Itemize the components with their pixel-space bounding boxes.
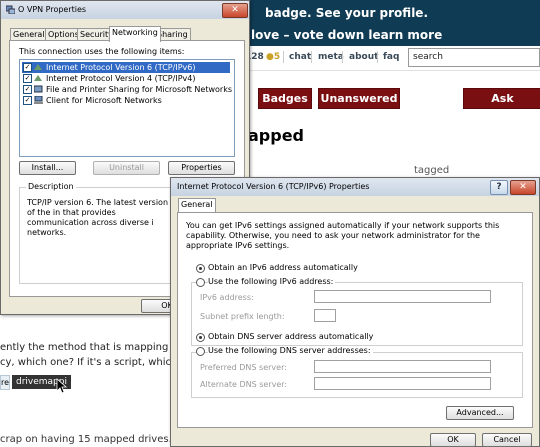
- subnet-prefix-field[interactable]: [314, 309, 336, 322]
- nav-about[interactable]: about: [349, 52, 378, 62]
- badges-button[interactable]: Badges: [258, 88, 312, 109]
- ipv6-address-label: IPv6 address:: [200, 293, 254, 302]
- subnet-prefix-label: Subnet prefix length:: [200, 312, 285, 321]
- notification-bar: badge. See your profile. love – vote dow…: [245, 0, 540, 46]
- description-header: Description: [26, 182, 76, 191]
- ok-button[interactable]: OK: [430, 433, 476, 447]
- file-sharing-icon: [34, 85, 43, 93]
- badge-count: ●5: [266, 52, 281, 62]
- window-title: O VPN Properties: [18, 5, 87, 14]
- tab-networking[interactable]: Networking: [109, 26, 161, 42]
- checkbox[interactable]: ✓: [23, 85, 32, 94]
- network-connection-icon: [6, 5, 15, 14]
- tab-general[interactable]: General: [178, 198, 216, 212]
- search-input[interactable]: search: [408, 48, 540, 67]
- close-button[interactable]: ✕: [222, 3, 248, 18]
- use-following-ipv6-radio[interactable]: [196, 278, 205, 287]
- nav-meta[interactable]: meta: [318, 52, 344, 62]
- advanced-button[interactable]: Advanced...: [446, 406, 514, 420]
- ask-question-button[interactable]: Ask Question: [463, 88, 540, 124]
- cancel-button[interactable]: Cancel: [482, 433, 532, 447]
- obtain-dns-auto-label[interactable]: Obtain DNS server address automatically: [208, 332, 373, 341]
- nav-chat[interactable]: chat: [289, 52, 311, 62]
- items-label: This connection uses the following items…: [19, 47, 185, 56]
- ipv6-address-field[interactable]: [314, 290, 491, 303]
- description-text: TCP/IP version 6. The latest version of …: [27, 198, 169, 237]
- use-following-dns-label[interactable]: Use the following DNS server addresses:: [208, 346, 373, 355]
- client-icon: [34, 96, 43, 104]
- list-item[interactable]: ✓ Client for Microsoft Networks: [22, 95, 230, 106]
- alternate-dns-field[interactable]: [314, 377, 491, 390]
- mouse-cursor-icon: [56, 378, 68, 394]
- protocol-icon: [34, 64, 42, 70]
- unanswered-button[interactable]: Unanswered: [318, 88, 400, 109]
- item-label: File and Printer Sharing for Microsoft N…: [46, 85, 232, 94]
- preferred-dns-field[interactable]: [314, 360, 491, 373]
- notification-line-2[interactable]: love – vote down learn more: [251, 28, 442, 42]
- list-item[interactable]: ✓ Internet Protocol Version 6 (TCP/IPv6): [22, 62, 230, 73]
- title-bar: Internet Protocol Version 6 (TCP/IPv6) P…: [171, 178, 539, 196]
- components-list[interactable]: ✓ Internet Protocol Version 6 (TCP/IPv6)…: [19, 59, 235, 157]
- general-panel: You can get IPv6 settings assigned autom…: [177, 212, 533, 428]
- checkbox[interactable]: ✓: [23, 74, 32, 83]
- alternate-dns-label: Alternate DNS server:: [200, 380, 288, 389]
- item-label: Client for Microsoft Networks: [46, 96, 162, 105]
- ipv6-properties-dialog: Internet Protocol Version 6 (TCP/IPv6) P…: [170, 177, 540, 447]
- protocol-icon: [34, 75, 42, 81]
- help-button[interactable]: ?: [490, 180, 508, 195]
- search-placeholder: search: [413, 52, 443, 62]
- dialog-title: Internet Protocol Version 6 (TCP/IPv6) P…: [177, 182, 370, 191]
- list-item[interactable]: ✓ File and Printer Sharing for Microsoft…: [22, 84, 232, 95]
- tag-partial[interactable]: re: [0, 375, 10, 390]
- item-label: Internet Protocol Version 6 (TCP/IPv6): [46, 63, 196, 72]
- notification-line-1[interactable]: badge. See your profile.: [265, 6, 428, 20]
- title-bar: O VPN Properties ✕: [1, 1, 249, 19]
- use-following-ipv6-label[interactable]: Use the following IPv6 address:: [208, 277, 336, 286]
- close-button[interactable]: ✕: [510, 180, 536, 195]
- uninstall-button[interactable]: Uninstall: [93, 161, 160, 175]
- checkbox[interactable]: ✓: [23, 63, 32, 72]
- use-following-dns-radio[interactable]: [196, 347, 205, 356]
- divider: [245, 70, 540, 71]
- properties-button[interactable]: Properties: [168, 161, 235, 175]
- static-dns-group: [191, 352, 523, 398]
- obtain-ipv6-auto-radio[interactable]: [196, 264, 205, 273]
- install-button[interactable]: Install...: [19, 161, 76, 175]
- intro-text: You can get IPv6 settings assigned autom…: [186, 221, 500, 250]
- nav-faq[interactable]: faq: [383, 52, 399, 62]
- list-item[interactable]: ✓ Internet Protocol Version 4 (TCP/IPv4): [22, 73, 230, 84]
- obtain-ipv6-auto-label[interactable]: Obtain an IPv6 address automatically: [208, 263, 358, 272]
- question-title[interactable]: apped: [248, 126, 304, 145]
- preferred-dns-label: Preferred DNS server:: [200, 363, 287, 372]
- checkbox[interactable]: ✓: [23, 96, 32, 105]
- obtain-dns-auto-radio[interactable]: [196, 333, 205, 342]
- tagged-label: tagged: [414, 165, 450, 176]
- item-label: Internet Protocol Version 4 (TCP/IPv4): [46, 74, 196, 83]
